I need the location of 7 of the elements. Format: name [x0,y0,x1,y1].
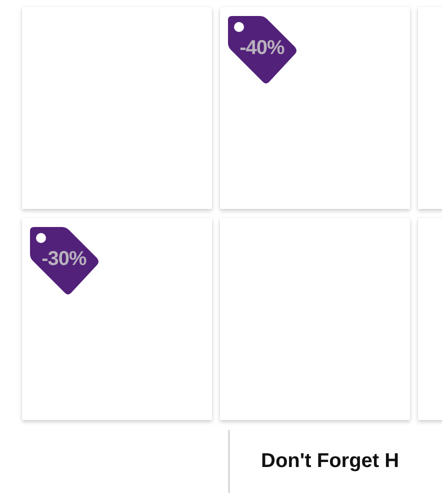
discount-tag: -30% [28,225,100,297]
section-heading: Don't Forget H [261,450,400,473]
product-card[interactable]: -30% [22,218,212,420]
discount-tag: -40% [226,14,298,86]
product-card[interactable] [22,7,212,209]
product-card[interactable] [220,218,410,420]
product-card[interactable]: -40% [220,7,410,209]
